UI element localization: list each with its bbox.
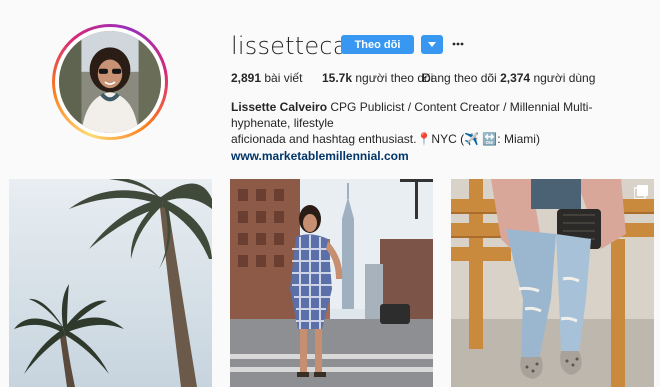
followers-stat[interactable]: 15.7k người theo dõi [322,71,433,85]
bio-line-2: aficionada and hashtag enthusiast.📍NYC (… [231,132,540,146]
follow-button[interactable]: Theo dõi [341,35,414,54]
suggestions-dropdown-button[interactable] [421,35,443,54]
post-thumbnail-1[interactable] [9,179,212,387]
multiple-photos-icon [634,185,648,199]
following-stat[interactable]: Đang theo dõi 2,374 người dùng [422,71,595,85]
post-image-city-street [230,179,433,387]
post-thumbnail-2[interactable] [230,179,433,387]
more-options-icon[interactable] [451,37,465,51]
following-label: người dùng [533,71,596,85]
post-image-bench-outfit [451,179,654,387]
profile-full-name: Lissette Calveiro [231,100,328,114]
post-thumbnail-3[interactable] [451,179,654,387]
posts-label: bài viết [264,71,303,85]
posts-count: 2,891 [231,71,262,85]
following-count: 2,374 [500,71,531,85]
profile-website-link[interactable]: www.marketablemillennial.com [231,148,651,164]
profile-bio: Lissette Calveiro CPG Publicist / Conten… [231,99,651,164]
following-prefix: Đang theo dõi [422,71,497,85]
followers-count: 15.7k [322,71,353,85]
chevron-down-icon [428,41,436,47]
avatar-photo [59,31,161,133]
profile-avatar[interactable] [52,24,168,140]
posts-stat: 2,891 bài viết [231,71,302,85]
post-image-palm-trees [9,179,212,387]
